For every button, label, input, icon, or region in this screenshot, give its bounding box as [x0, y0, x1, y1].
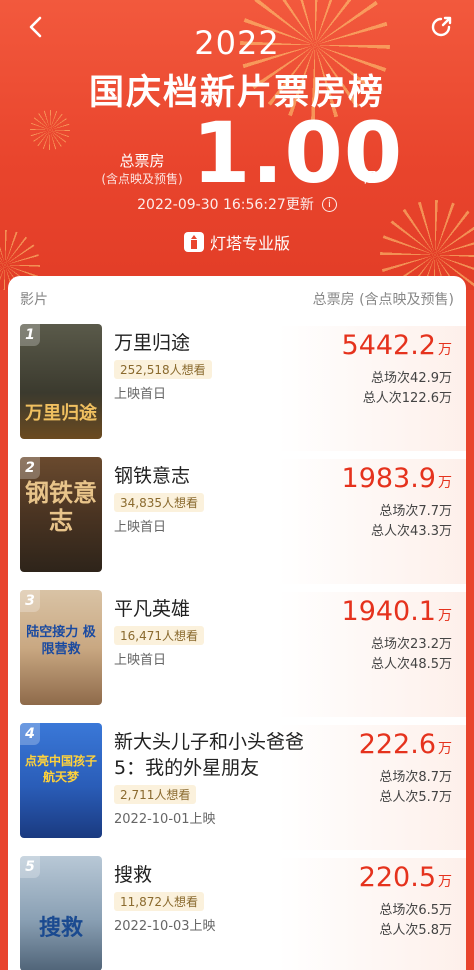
show-count: 总场次8.7万: [379, 770, 452, 785]
viewer-count: 总人次122.6万: [362, 391, 452, 406]
poster-title: 点亮中国孩子航天梦: [24, 754, 97, 784]
want-count-badge: 252,518人想看: [114, 360, 212, 379]
box-office-unit: 万: [438, 475, 452, 491]
want-count-badge: 16,471人想看: [114, 626, 204, 645]
update-time: 2022-09-30 16:56:27更新 i: [0, 194, 474, 214]
box-office-value: 222.6: [358, 729, 436, 760]
movie-name: 钢铁意志: [114, 465, 191, 487]
rank-badge: 5: [20, 856, 40, 878]
poster-title: 陆空接力 极限营救: [26, 625, 96, 657]
total-box-value: 1.00: [192, 104, 404, 202]
total-box-sublabel: (含点映及预售): [101, 172, 183, 186]
movie-poster: 1 万里归途: [20, 324, 102, 439]
update-time-text: 2022-09-30 16:56:27更新: [137, 197, 314, 213]
movie-name: 搜救: [114, 864, 153, 886]
box-office: 1983.9 万 总场次7.7万 总人次43.3万: [342, 463, 452, 542]
movie-row[interactable]: 2 钢铁意志 钢铁意志 34,835人想看 上映首日 1983.9 万 总场次7.…: [8, 455, 466, 588]
movie-poster: 3 陆空接力 极限营救: [20, 590, 102, 705]
box-office: 220.5 万 总场次6.5万 总人次5.8万: [359, 862, 452, 941]
movie-row[interactable]: 4 点亮中国孩子航天梦 新大头儿子和小头爸爸5：我的外星朋友 2,711人想看 …: [8, 721, 466, 854]
box-office-value: 5442.2: [341, 330, 436, 361]
show-count: 总场次6.5万: [379, 903, 452, 918]
box-office-value: 220.5: [358, 862, 436, 893]
box-office-unit: 万: [438, 741, 452, 757]
movie-poster: 2 钢铁意志: [20, 457, 102, 572]
want-count-badge: 34,835人想看: [114, 493, 204, 512]
lighthouse-logo-icon: [183, 232, 204, 252]
box-office: 5442.2 万 总场次42.9万 总人次122.6万: [342, 330, 452, 409]
movie-row[interactable]: 5 搜救 搜救 11,872人想看 2022-10-03上映 220.5 万 总场…: [8, 854, 466, 970]
release-status: 上映首日: [114, 520, 167, 535]
rank-badge: 4: [20, 723, 40, 745]
rank-badge: 3: [20, 590, 40, 612]
release-status: 2022-10-03上映: [114, 919, 216, 934]
viewer-count: 总人次43.3万: [371, 524, 452, 539]
movie-row[interactable]: 1 万里归途 万里归途 252,518人想看 上映首日 5442.2 万 总场次4…: [8, 322, 466, 455]
brand: 灯塔专业版: [0, 230, 474, 254]
box-office-unit: 万: [438, 342, 452, 358]
release-status: 上映首日: [114, 387, 167, 402]
firework-decoration: [30, 110, 70, 150]
want-count-badge: 11,872人想看: [114, 892, 204, 911]
release-status: 2022-10-01上映: [114, 812, 216, 827]
box-office-value: 1940.1: [341, 596, 436, 627]
total-box-unit: 亿: [362, 168, 378, 186]
want-count-badge: 2,711人想看: [114, 785, 197, 804]
show-count: 总场次7.7万: [379, 504, 452, 519]
movie-poster: 4 点亮中国孩子航天梦: [20, 723, 102, 838]
poster-title: 万里归途: [25, 403, 97, 424]
box-office-unit: 万: [438, 608, 452, 624]
viewer-count: 总人次5.7万: [379, 790, 452, 805]
movie-name: 平凡英雄: [114, 598, 191, 620]
movie-poster: 5 搜救: [20, 856, 102, 970]
movie-row[interactable]: 3 陆空接力 极限营救 平凡英雄 16,471人想看 上映首日 1940.1 万 …: [8, 588, 466, 721]
movie-name: 万里归途: [114, 332, 191, 354]
list-header: 影片 总票房 (含点映及预售): [8, 276, 466, 322]
rank-badge: 2: [20, 457, 40, 479]
column-box-label: 总票房 (含点映及预售): [312, 292, 454, 308]
viewer-count: 总人次5.8万: [379, 923, 452, 938]
rank-badge: 1: [20, 324, 40, 346]
ranking-list: 影片 总票房 (含点映及预售) 1 万里归途 万里归途 252,518人想看 上…: [8, 276, 466, 970]
box-office-value: 1983.9: [341, 463, 436, 494]
column-movie-label: 影片: [20, 292, 48, 308]
movie-name: 新大头儿子和小头爸爸5：我的外星朋友: [114, 731, 305, 779]
box-office-unit: 万: [438, 874, 452, 890]
box-office: 1940.1 万 总场次23.2万 总人次48.5万: [342, 596, 452, 675]
release-status: 上映首日: [114, 653, 167, 668]
info-icon[interactable]: i: [321, 196, 337, 212]
viewer-count: 总人次48.5万: [371, 657, 452, 672]
poster-title: 搜救: [38, 916, 83, 941]
box-office: 222.6 万 总场次8.7万 总人次5.7万: [359, 729, 452, 808]
show-count: 总场次42.9万: [371, 371, 452, 386]
year-title: 2022: [194, 24, 280, 62]
hero-banner: 2022 国庆档新片票房榜 总票房 (含点映及预售) 1.00 亿 2022-0…: [0, 0, 474, 290]
poster-title: 钢铁意志: [25, 479, 97, 535]
show-count: 总场次23.2万: [371, 637, 452, 652]
brand-name: 灯塔专业版: [209, 234, 290, 253]
total-box-label: 总票房: [119, 152, 165, 170]
